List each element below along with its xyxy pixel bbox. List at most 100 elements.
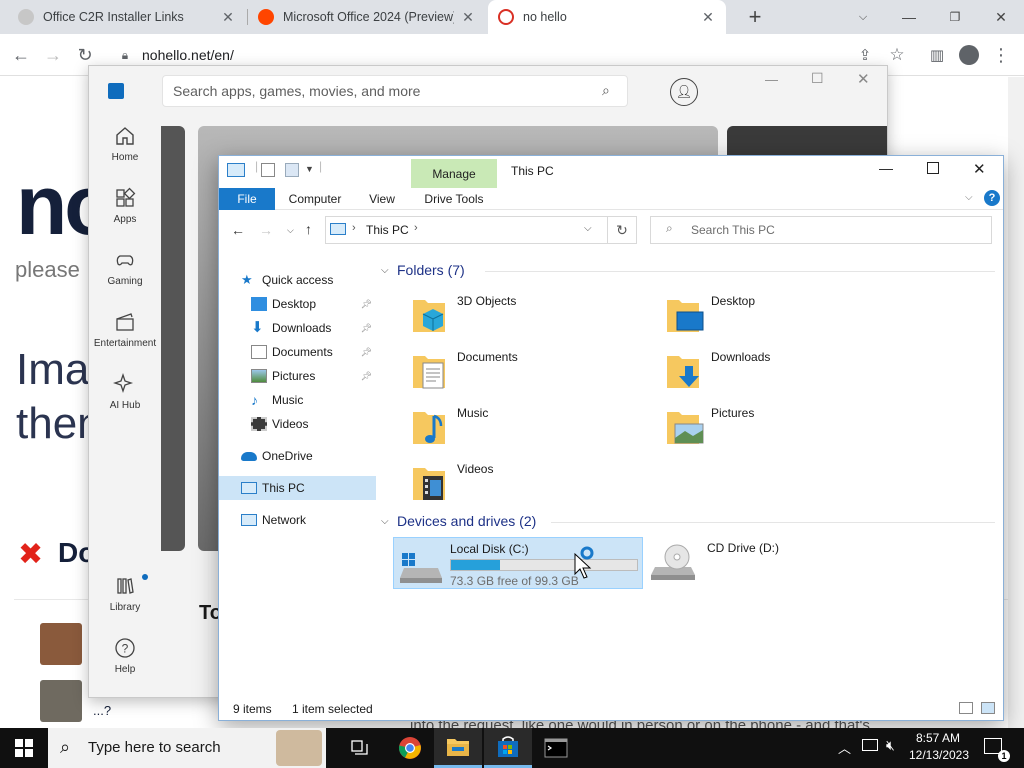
drive-cd-d[interactable]: CD Drive (D:) xyxy=(651,537,901,589)
folder-downloads[interactable]: Downloads xyxy=(655,348,905,402)
window-title: This PC xyxy=(511,164,554,178)
task-view-button[interactable] xyxy=(336,728,384,768)
nav-onedrive[interactable]: OneDrive xyxy=(219,444,376,468)
help-icon[interactable]: ? xyxy=(984,190,1000,206)
taskbar-chrome[interactable] xyxy=(386,728,434,768)
close-button[interactable]: ✕ xyxy=(978,0,1024,34)
folder-videos[interactable]: Videos xyxy=(401,460,651,514)
search-highlight-image[interactable] xyxy=(276,730,322,766)
drive-local-disk-c[interactable]: Local Disk (C:) 73.3 GB free of 99.3 GB xyxy=(393,537,643,589)
search-icon[interactable]: ⌕ xyxy=(602,82,610,99)
back-icon[interactable]: ← xyxy=(8,42,34,68)
refresh-icon[interactable]: ↻ xyxy=(607,216,637,244)
nav-label: Home xyxy=(111,152,139,163)
address-history-icon[interactable]: ⌵ xyxy=(584,223,592,234)
recent-locations-icon[interactable]: ⌵ xyxy=(287,225,294,236)
store-nav-library[interactable]: Library xyxy=(89,574,161,613)
pin-icon[interactable]: 📌︎ xyxy=(361,347,372,358)
close-tab-icon[interactable]: ✕ xyxy=(220,9,236,26)
store-nav-apps[interactable]: Apps xyxy=(89,186,161,225)
new-folder-icon[interactable] xyxy=(285,163,299,177)
nav-desktop[interactable]: Desktop 📌︎ xyxy=(219,292,376,316)
tab-search-icon[interactable]: ⌵ xyxy=(840,0,886,34)
account-icon[interactable]: 👤︎ xyxy=(670,78,698,106)
nav-music[interactable]: ♪ Music xyxy=(219,388,376,412)
show-hidden-icons-icon[interactable]: ︿ xyxy=(838,738,851,757)
clock-date[interactable]: 12/13/2023 xyxy=(908,748,970,762)
up-icon[interactable]: ↑ xyxy=(305,221,312,237)
folder-name: Documents xyxy=(457,350,518,364)
store-nav-entertainment[interactable]: Entertainment xyxy=(89,310,161,349)
start-button[interactable] xyxy=(0,728,48,768)
store-close-button[interactable]: ✕ xyxy=(857,70,870,88)
explorer-maximize-button[interactable] xyxy=(927,162,939,174)
pin-icon[interactable]: 📌︎ xyxy=(361,323,372,334)
devices-group-header[interactable]: ⌵ Devices and drives (2) xyxy=(381,513,536,529)
taskbar-file-explorer[interactable] xyxy=(434,728,482,768)
folder-documents[interactable]: Documents xyxy=(401,348,651,402)
breadcrumb[interactable]: This PC xyxy=(366,223,409,237)
store-minimize-button[interactable]: — xyxy=(765,72,778,87)
ribbon-tab-drive-tools[interactable]: Drive Tools xyxy=(415,188,493,210)
properties-icon[interactable] xyxy=(261,163,275,177)
file-explorer-window: | ▼ | Manage This PC — ✕ File Computer V… xyxy=(218,155,1004,721)
store-nav-home[interactable]: Home xyxy=(89,124,161,163)
details-view-icon[interactable] xyxy=(959,702,973,714)
network-status-icon[interactable] xyxy=(862,739,878,751)
explorer-search-input[interactable]: Search This PC xyxy=(650,216,992,244)
taskbar-command-prompt[interactable] xyxy=(532,728,580,768)
store-maximize-button[interactable]: ☐ xyxy=(811,70,824,87)
folder-pictures[interactable]: Pictures xyxy=(655,404,905,458)
volume-muted-icon[interactable]: 🔇︎ xyxy=(886,737,895,754)
store-nav-gaming[interactable]: Gaming xyxy=(89,248,161,287)
browser-tab-office-2024[interactable]: Microsoft Office 2024 (Preview) : ✕ xyxy=(248,0,486,34)
folder-3d-objects[interactable]: 3D Objects xyxy=(401,292,651,346)
profile-icon[interactable] xyxy=(956,42,982,68)
page-scrollbar[interactable] xyxy=(1008,77,1024,728)
ribbon-tab-file[interactable]: File xyxy=(219,188,275,210)
qat-dropdown-icon[interactable]: ▼ xyxy=(305,164,314,174)
nav-videos[interactable]: Videos xyxy=(219,412,376,436)
desktop-folder-icon xyxy=(667,300,704,332)
close-tab-icon[interactable]: ✕ xyxy=(460,9,476,26)
chrome-menu-icon[interactable]: ⋮ xyxy=(988,42,1014,68)
nav-network[interactable]: Network xyxy=(219,508,376,532)
folder-music[interactable]: Music xyxy=(401,404,651,458)
store-nav-ai-hub[interactable]: AI Hub xyxy=(89,372,161,411)
carousel-prev-card[interactable] xyxy=(161,126,185,551)
store-nav-help[interactable]: ? Help xyxy=(89,636,161,675)
explorer-close-button[interactable]: ✕ xyxy=(973,160,986,178)
pin-icon[interactable]: 📌︎ xyxy=(361,371,372,382)
address-bar[interactable]: › This PC › ⌵ xyxy=(325,216,637,244)
notification-count-badge: 1 xyxy=(998,750,1010,762)
restore-button[interactable]: ❐ xyxy=(932,0,978,34)
folder-desktop[interactable]: Desktop xyxy=(655,292,905,346)
pin-icon[interactable]: 📌︎ xyxy=(361,299,372,310)
large-icons-view-icon[interactable] xyxy=(981,702,995,714)
back-icon[interactable]: ← xyxy=(231,222,245,238)
breadcrumb-separator-icon[interactable]: › xyxy=(414,222,418,234)
forward-icon[interactable]: → xyxy=(259,222,273,238)
browser-tab-office-c2r[interactable]: Office C2R Installer Links ✕ xyxy=(8,0,246,34)
manage-context-tab[interactable]: Manage xyxy=(411,159,497,188)
nav-downloads[interactable]: ⬇ Downloads 📌︎ xyxy=(219,316,376,340)
ribbon-tab-computer[interactable]: Computer xyxy=(281,188,349,210)
new-tab-button[interactable]: + xyxy=(732,0,778,34)
url-bar[interactable]: nohello.net/en/ xyxy=(142,47,234,63)
expand-ribbon-icon[interactable]: ⌵ xyxy=(965,192,973,203)
nav-this-pc[interactable]: This PC xyxy=(219,476,376,500)
folders-group-header[interactable]: ⌵ Folders (7) xyxy=(381,262,465,278)
close-tab-icon[interactable]: ✕ xyxy=(700,9,716,26)
minimize-button[interactable]: — xyxy=(886,0,932,34)
ribbon-tab-view[interactable]: View xyxy=(359,188,405,210)
nav-documents[interactable]: Documents 📌︎ xyxy=(219,340,376,364)
nav-pictures[interactable]: Pictures 📌︎ xyxy=(219,364,376,388)
side-panel-icon[interactable]: ▥ xyxy=(924,42,950,68)
forward-icon[interactable]: → xyxy=(40,42,66,68)
clock-time[interactable]: 8:57 AM xyxy=(914,731,962,745)
taskbar-microsoft-store[interactable] xyxy=(484,728,532,768)
browser-tab-no-hello[interactable]: no hello ✕ xyxy=(488,0,726,34)
nav-quick-access[interactable]: ★ Quick access xyxy=(219,268,376,292)
explorer-minimize-button[interactable]: — xyxy=(879,160,893,176)
store-search-input[interactable]: Search apps, games, movies, and more xyxy=(162,75,628,107)
